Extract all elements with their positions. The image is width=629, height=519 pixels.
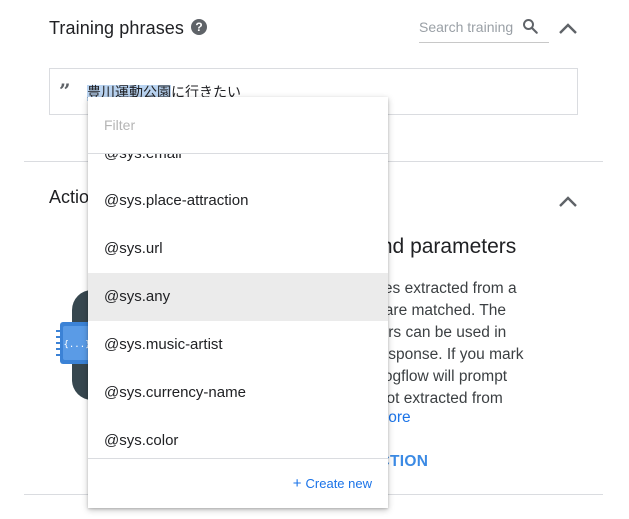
entity-option-currency-name[interactable]: @sys.currency-name [88, 369, 388, 417]
chevron-up-icon[interactable] [558, 23, 578, 35]
quote-icon: ” [59, 79, 71, 103]
search-icon[interactable] [521, 17, 539, 35]
create-new-label: Create new [305, 476, 372, 491]
entity-option-place-attraction[interactable]: @sys.place-attraction [88, 177, 388, 225]
plus-icon: + [292, 475, 302, 492]
filter-input[interactable] [104, 117, 364, 133]
entity-option-any[interactable]: @sys.any [88, 273, 388, 321]
entity-dropdown[interactable]: @sys.email @sys.place-attraction @sys.ur… [88, 97, 388, 508]
dropdown-divider [88, 458, 388, 459]
create-new-button[interactable]: + Create new [293, 475, 372, 492]
entity-option-url[interactable]: @sys.url [88, 225, 388, 273]
entity-option-color[interactable]: @sys.color [88, 417, 388, 458]
action-section-title: Actio [49, 187, 90, 207]
training-phrases-header: Training phrases ? [49, 14, 589, 44]
entity-list[interactable]: @sys.email @sys.place-attraction @sys.ur… [88, 154, 388, 458]
search-training-input[interactable] [419, 19, 515, 35]
svg-text:{...}: {...} [63, 340, 90, 350]
chevron-up-icon[interactable] [558, 196, 578, 208]
section-title: Training phrases [49, 18, 185, 38]
entity-option-email[interactable]: @sys.email [88, 154, 388, 178]
search-training-field[interactable] [419, 14, 549, 43]
entity-option-music-artist[interactable]: @sys.music-artist [88, 321, 388, 369]
help-icon[interactable]: ? [191, 19, 207, 35]
